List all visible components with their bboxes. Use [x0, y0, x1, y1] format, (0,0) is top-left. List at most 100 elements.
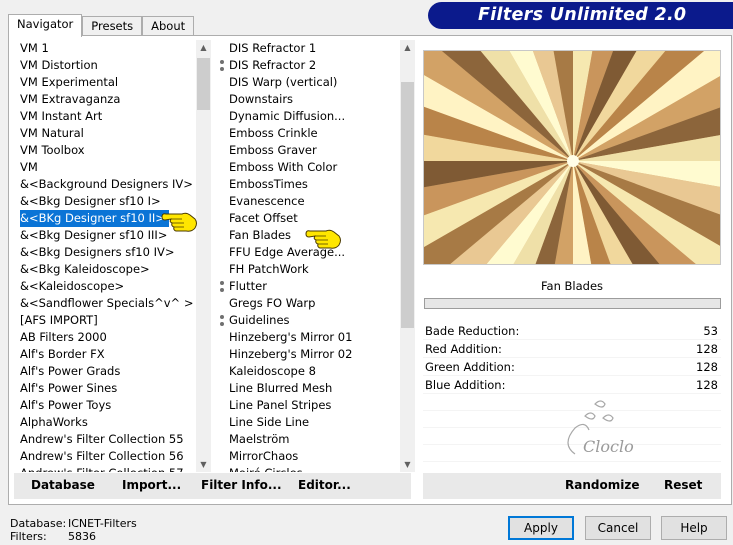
- category-item[interactable]: Alf's Power Grads: [14, 363, 197, 380]
- category-label: &<Bkg Designer sf10 I>: [20, 194, 161, 208]
- randomize-button[interactable]: Randomize: [565, 478, 639, 492]
- grip-icon: [220, 60, 224, 71]
- scroll-thumb[interactable]: [401, 82, 414, 328]
- pointing-hand-icon: [305, 229, 341, 249]
- grip-icon: [220, 315, 224, 326]
- parameter-label: Bade Reduction:: [425, 324, 520, 338]
- filter-label: Emboss Graver: [229, 143, 317, 157]
- filter-preview: [423, 50, 721, 265]
- filter-item[interactable]: Flutter: [220, 278, 400, 295]
- filter-item[interactable]: Maelström: [220, 431, 400, 448]
- filter-label: Hinzeberg's Mirror 02: [229, 347, 353, 361]
- category-item[interactable]: &<Bkg Designers sf10 IV>: [14, 244, 197, 261]
- filter-item[interactable]: Line Side Line: [220, 414, 400, 431]
- category-item[interactable]: VM Extravaganza: [14, 91, 197, 108]
- tab-about[interactable]: About: [142, 16, 195, 37]
- chevron-down-icon[interactable]: ▼: [400, 457, 415, 472]
- filter-label: Emboss With Color: [229, 160, 338, 174]
- category-label: AlphaWorks: [20, 415, 88, 429]
- category-item[interactable]: Alf's Power Toys: [14, 397, 197, 414]
- category-label: &<Background Designers IV>: [20, 177, 193, 191]
- filter-item[interactable]: Downstairs: [220, 91, 400, 108]
- category-item[interactable]: AlphaWorks: [14, 414, 197, 431]
- filter-item[interactable]: Emboss With Color: [220, 159, 400, 176]
- category-scrollbar[interactable]: ▲ ▼: [196, 40, 211, 472]
- category-item[interactable]: VM Toolbox: [14, 142, 197, 159]
- category-item[interactable]: VM Distortion: [14, 57, 197, 74]
- category-item[interactable]: VM Natural: [14, 125, 197, 142]
- tab-navigator[interactable]: Navigator: [8, 14, 83, 37]
- filters-count: 5836: [68, 530, 96, 543]
- editor-button[interactable]: Editor...: [298, 478, 351, 492]
- category-label: Alf's Power Toys: [20, 398, 112, 412]
- category-label: VM: [20, 160, 38, 174]
- filter-item[interactable]: Moiré Circles: [220, 465, 400, 472]
- app-banner: Filters Unlimited 2.0: [428, 2, 733, 29]
- database-value: ICNET-Filters: [68, 517, 137, 530]
- grip-icon: [220, 281, 224, 292]
- filter-item[interactable]: Guidelines: [220, 312, 400, 329]
- filters-label: Filters:: [10, 530, 47, 543]
- filter-label: Emboss Crinkle: [229, 126, 318, 140]
- category-list[interactable]: VM 1 VM Distortion VM Experimental VM Extra…: [14, 40, 197, 472]
- category-item[interactable]: VM: [14, 159, 197, 176]
- category-item[interactable]: &<Sandflower Specials^v^ >: [14, 295, 197, 312]
- chevron-up-icon[interactable]: ▲: [400, 40, 415, 55]
- database-button[interactable]: Database: [31, 478, 95, 492]
- category-item[interactable]: Andrew's Filter Collection 55: [14, 431, 197, 448]
- filter-item[interactable]: Dynamic Diffusion...: [220, 108, 400, 125]
- filter-item[interactable]: Facet Offset: [220, 210, 400, 227]
- filter-list[interactable]: DIS Refractor 1 DIS Refractor 2 DIS Warp (…: [220, 40, 400, 472]
- filter-item[interactable]: EmbossTimes: [220, 176, 400, 193]
- category-item[interactable]: &<Background Designers IV>: [14, 176, 197, 193]
- category-item[interactable]: &<Bkg Kaleidoscope>: [14, 261, 197, 278]
- filter-scrollbar[interactable]: ▲ ▼: [400, 40, 415, 472]
- category-item[interactable]: Andrew's Filter Collection 57: [14, 465, 197, 472]
- filter-item[interactable]: Evanescence: [220, 193, 400, 210]
- filter-item[interactable]: Line Panel Stripes: [220, 397, 400, 414]
- category-item[interactable]: Alf's Power Sines: [14, 380, 197, 397]
- filter-item[interactable]: Hinzeberg's Mirror 02: [220, 346, 400, 363]
- scroll-thumb[interactable]: [197, 58, 210, 110]
- filter-item[interactable]: FH PatchWork: [220, 261, 400, 278]
- filter-info-button[interactable]: Filter Info...: [201, 478, 282, 492]
- cancel-button[interactable]: Cancel: [585, 516, 651, 540]
- category-item[interactable]: Andrew's Filter Collection 56: [14, 448, 197, 465]
- tab-presets[interactable]: Presets: [82, 16, 143, 37]
- filter-item[interactable]: Line Blurred Mesh: [220, 380, 400, 397]
- pointing-hand-icon: [161, 212, 197, 232]
- category-item[interactable]: VM Experimental: [14, 74, 197, 91]
- reset-button[interactable]: Reset: [664, 478, 702, 492]
- progress-bar: [424, 298, 721, 309]
- filter-item[interactable]: Hinzeberg's Mirror 01: [220, 329, 400, 346]
- category-item[interactable]: VM 1: [14, 40, 197, 57]
- filter-item[interactable]: DIS Warp (vertical): [220, 74, 400, 91]
- help-button[interactable]: Help: [661, 516, 727, 540]
- filter-item[interactable]: DIS Refractor 1: [220, 40, 400, 57]
- parameter-row[interactable]: Green Addition: 128: [423, 358, 721, 376]
- parameter-label: Green Addition:: [425, 360, 515, 374]
- category-item[interactable]: &<Kaleidoscope>: [14, 278, 197, 295]
- parameter-label: Blue Addition:: [425, 378, 506, 392]
- chevron-up-icon[interactable]: ▲: [196, 40, 211, 55]
- category-item[interactable]: AB Filters 2000: [14, 329, 197, 346]
- chevron-down-icon[interactable]: ▼: [196, 457, 211, 472]
- category-item[interactable]: &<Bkg Designer sf10 I>: [14, 193, 197, 210]
- category-item[interactable]: Alf's Border FX: [14, 346, 197, 363]
- import-button[interactable]: Import...: [122, 478, 181, 492]
- filter-label: Maelström: [229, 432, 290, 446]
- apply-button[interactable]: Apply: [508, 516, 574, 540]
- filter-item[interactable]: Gregs FO Warp: [220, 295, 400, 312]
- filter-label: EmbossTimes: [229, 177, 308, 191]
- filter-item[interactable]: Emboss Crinkle: [220, 125, 400, 142]
- filter-item[interactable]: Emboss Graver: [220, 142, 400, 159]
- filter-item[interactable]: MirrorChaos: [220, 448, 400, 465]
- filter-item[interactable]: DIS Refractor 2: [220, 57, 400, 74]
- parameter-row[interactable]: Red Addition: 128: [423, 340, 721, 358]
- parameter-row[interactable]: Bade Reduction: 53: [423, 322, 721, 340]
- category-item[interactable]: [AFS IMPORT]: [14, 312, 197, 329]
- parameter-row[interactable]: Blue Addition: 128: [423, 376, 721, 394]
- filter-item[interactable]: Kaleidoscope 8: [220, 363, 400, 380]
- category-item[interactable]: VM Instant Art: [14, 108, 197, 125]
- category-label: Andrew's Filter Collection 56: [20, 449, 184, 463]
